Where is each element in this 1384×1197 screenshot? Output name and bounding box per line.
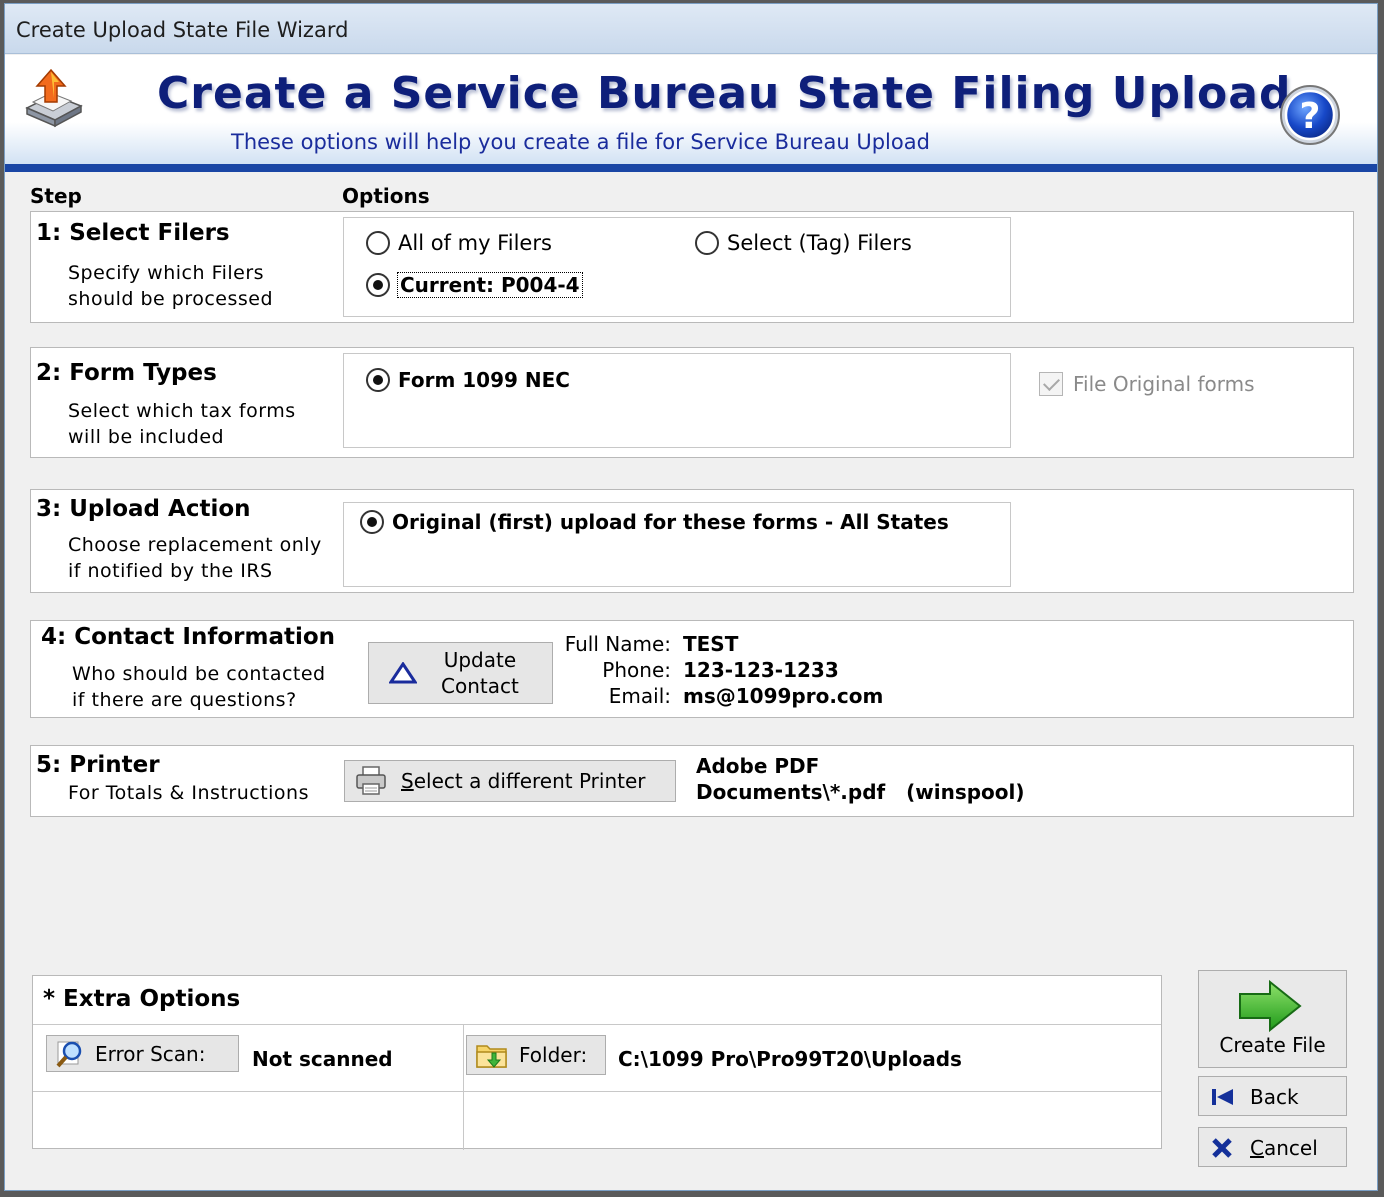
- radio-original-upload[interactable]: Original (first) upload for these forms …: [360, 510, 949, 534]
- full-name-value: TEST: [683, 632, 739, 656]
- radio-circle-selected: [360, 510, 384, 534]
- header-stripe: [5, 164, 1377, 172]
- email-value: ms@1099pro.com: [683, 684, 884, 708]
- radio-all-filers[interactable]: All of my Filers: [366, 231, 552, 255]
- radio-select-tag-filers[interactable]: Select (Tag) Filers: [695, 231, 912, 255]
- folder-button[interactable]: Folder:: [466, 1035, 606, 1075]
- radio-circle-selected: [366, 273, 390, 297]
- svg-text:?: ?: [1300, 96, 1321, 137]
- divider: [463, 1024, 464, 1150]
- step-description: if notified by the IRS: [68, 560, 273, 582]
- printer-icon: [356, 766, 386, 795]
- step-upload-action: 3: Upload Action Choose replacement only…: [30, 489, 1354, 593]
- email-label: Email:: [608, 684, 671, 708]
- error-scan-button[interactable]: Error Scan:: [46, 1035, 239, 1072]
- cancel-button[interactable]: Cancel: [1198, 1127, 1347, 1167]
- divider: [33, 1091, 1161, 1092]
- step-title: 3: Upload Action: [36, 496, 251, 522]
- phone-value: 123-123-1233: [683, 658, 839, 682]
- step-form-types: 2: Form Types Select which tax forms wil…: [30, 347, 1354, 458]
- folder-path: C:\1099 Pro\Pro99T20\Uploads: [618, 1047, 962, 1071]
- radio-form-1099-nec[interactable]: Form 1099 NEC: [366, 368, 570, 392]
- button-label: Back: [1250, 1085, 1299, 1109]
- step-title: 4: Contact Information: [41, 624, 336, 650]
- error-scan-status: Not scanned: [252, 1047, 393, 1071]
- button-label: Update: [443, 648, 517, 672]
- update-contact-button[interactable]: Update Contact: [368, 642, 553, 704]
- step-description: should be processed: [68, 288, 274, 310]
- radio-current-filer[interactable]: Current: P004-4: [366, 272, 583, 298]
- radio-label: Form 1099 NEC: [398, 368, 570, 392]
- extra-options-panel: * Extra Options Error Scan: Not scanned …: [32, 975, 1162, 1150]
- button-label: Folder:: [519, 1043, 588, 1067]
- extra-options-title: * Extra Options: [43, 986, 241, 1012]
- title-bar[interactable]: Create Upload State File Wizard: [5, 4, 1377, 54]
- step-title: 5: Printer: [36, 752, 160, 778]
- step-description: Select which tax forms: [68, 400, 296, 422]
- wizard-window: Create Upload State File Wizard Create a…: [4, 3, 1378, 1191]
- radio-label: Current: P004-4: [397, 272, 583, 298]
- step-column-header: Step: [30, 184, 82, 208]
- step-description: Specify which Filers: [68, 262, 265, 284]
- checkbox-box: [1039, 372, 1063, 396]
- checkbox-label: File Original forms: [1073, 372, 1255, 396]
- file-original-forms-checkbox[interactable]: File Original forms: [1039, 372, 1255, 396]
- printer-port: Documents\*.pdf (winspool): [696, 780, 1025, 804]
- folder-icon: [476, 1045, 507, 1068]
- step-description: will be included: [68, 426, 225, 448]
- step-description: Choose replacement only: [68, 534, 322, 556]
- upload-tray-icon: [25, 68, 83, 128]
- radio-label: All of my Filers: [398, 231, 552, 255]
- printer-name: Adobe PDF: [696, 754, 820, 778]
- create-file-button[interactable]: Create File: [1198, 970, 1347, 1068]
- phone-label: Phone:: [602, 658, 671, 682]
- full-name-label: Full Name:: [564, 632, 671, 656]
- radio-circle: [366, 231, 390, 255]
- triangle-icon: [389, 662, 417, 684]
- magnifier-icon: [56, 1041, 82, 1067]
- radio-circle-selected: [366, 368, 390, 392]
- select-printer-button[interactable]: Select a different Printer: [344, 760, 676, 802]
- radio-label: Select (Tag) Filers: [727, 231, 912, 255]
- step-description: if there are questions?: [72, 689, 297, 711]
- step-description: Who should be contacted: [72, 663, 326, 685]
- help-icon[interactable]: ?: [1278, 83, 1342, 147]
- button-label: Cancel: [1250, 1136, 1318, 1160]
- green-arrow-icon: [1239, 979, 1302, 1033]
- divider: [33, 1024, 1161, 1025]
- banner-subtitle: These options will help you create a fil…: [231, 130, 930, 154]
- banner-title: Create a Service Bureau State Filing Upl…: [157, 68, 1292, 119]
- back-icon: [1212, 1089, 1233, 1105]
- step-description: For Totals & Instructions: [68, 782, 309, 804]
- radio-circle: [695, 231, 719, 255]
- filers-options-group: All of my Filers Select (Tag) Filers Cur…: [343, 217, 1011, 317]
- radio-label: Original (first) upload for these forms …: [392, 510, 949, 534]
- step-title: 2: Form Types: [36, 360, 217, 386]
- window-title: Create Upload State File Wizard: [16, 18, 349, 42]
- step-printer: 5: Printer For Totals & Instructions Sel…: [30, 745, 1354, 817]
- button-label: Select a different Printer: [401, 769, 646, 793]
- options-column-header: Options: [342, 184, 430, 208]
- button-label: Create File: [1219, 1033, 1326, 1057]
- button-label: Contact: [441, 674, 519, 698]
- x-icon: [1212, 1138, 1232, 1158]
- back-button[interactable]: Back: [1198, 1076, 1347, 1116]
- step-title: 1: Select Filers: [36, 220, 230, 246]
- upload-action-group: Original (first) upload for these forms …: [343, 502, 1011, 587]
- step-contact-information: 4: Contact Information Who should be con…: [30, 620, 1354, 718]
- step-select-filers: 1: Select Filers Specify which Filers sh…: [30, 211, 1354, 323]
- form-types-group: Form 1099 NEC: [343, 353, 1011, 448]
- button-label: Error Scan:: [95, 1041, 206, 1066]
